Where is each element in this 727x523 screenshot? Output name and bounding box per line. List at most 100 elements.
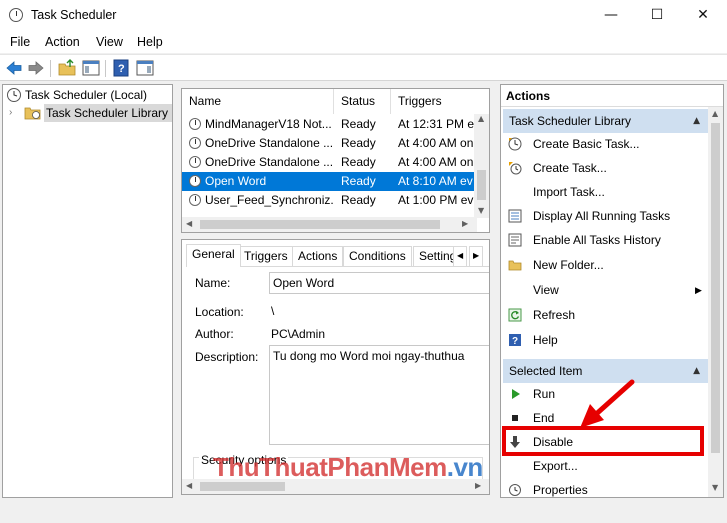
section-task-scheduler-library[interactable]: Task Scheduler Library ▲ [503, 109, 708, 133]
menu-bar: File Action View Help [0, 31, 727, 53]
menu-help[interactable]: Help [137, 35, 163, 49]
back-arrow-icon[interactable] [5, 59, 23, 77]
action-help[interactable]: ? Help [505, 329, 705, 351]
menu-file[interactable]: File [10, 35, 30, 49]
action-view[interactable]: View ▶ [505, 279, 705, 301]
task-status: Ready [341, 117, 376, 131]
run-icon [512, 389, 520, 399]
annotation-arrow-icon [580, 379, 635, 428]
task-list-horizontal-scrollbar[interactable]: ◀ ▶ [182, 217, 477, 232]
window-title: Task Scheduler [31, 8, 117, 22]
forward-arrow-icon[interactable] [27, 59, 45, 77]
task-list-vertical-scrollbar[interactable]: ▲ ▼ [474, 114, 489, 218]
tab-actions[interactable]: Actions [292, 246, 344, 266]
menu-action[interactable]: Action [45, 35, 80, 49]
task-trigger: At 12:31 PM ev [398, 117, 477, 131]
svg-text:?: ? [118, 63, 125, 75]
task-name: Open Word [205, 174, 267, 188]
scroll-up-icon[interactable]: ▲ [712, 109, 718, 118]
task-list: Name Status Triggers MindManagerV18 Not.… [181, 88, 490, 233]
submenu-arrow-icon: ▶ [695, 285, 702, 295]
minimize-button[interactable]: — [588, 0, 634, 30]
author-value: PC\Admin [271, 327, 326, 341]
scroll-thumb[interactable] [200, 482, 285, 491]
tab-general[interactable]: General [186, 244, 241, 267]
collapse-caret-icon[interactable]: ▲ [693, 359, 700, 383]
tree-item-task-scheduler-local[interactable]: Task Scheduler (Local) [25, 86, 147, 104]
table-row[interactable]: MindManagerV18 Not... Ready At 12:31 PM … [182, 115, 477, 134]
action-properties[interactable]: Properties [505, 479, 705, 497]
actions-vertical-scrollbar[interactable]: ▲ ▼ [708, 107, 723, 497]
author-label: Author: [195, 327, 234, 341]
scroll-left-icon[interactable]: ◀ [186, 219, 192, 228]
table-row[interactable]: OneDrive Standalone ... Ready At 4:00 AM… [182, 153, 477, 172]
action-refresh[interactable]: Refresh [505, 304, 705, 326]
table-row[interactable]: OneDrive Standalone ... Ready At 4:00 AM… [182, 134, 477, 153]
task-trigger: At 4:00 AM on [398, 136, 474, 150]
refresh-icon [508, 308, 522, 322]
scroll-thumb[interactable] [200, 220, 440, 229]
scroll-up-icon[interactable]: ▲ [478, 114, 484, 123]
description-label: Description: [195, 350, 259, 364]
create-task-icon [509, 162, 522, 175]
close-button[interactable]: ✕ [680, 0, 726, 30]
tab-scroll-left-icon[interactable]: ◀ [453, 246, 468, 266]
action-display-running-tasks[interactable]: Display All Running Tasks [505, 205, 705, 227]
help-icon: ? [509, 334, 521, 347]
task-trigger: At 4:00 AM on [398, 155, 474, 169]
create-basic-task-icon [508, 137, 522, 151]
task-scheduler-clock-icon [9, 8, 23, 22]
action-new-folder[interactable]: New Folder... [505, 254, 705, 276]
column-header-status[interactable]: Status [334, 89, 391, 114]
folder-clock-icon [24, 107, 41, 120]
history-icon [508, 233, 522, 247]
action-export[interactable]: Export... [505, 455, 705, 477]
task-name: User_Feed_Synchroniz... [205, 193, 333, 207]
action-import-task[interactable]: Import Task... [505, 181, 705, 203]
scroll-down-icon[interactable]: ▼ [478, 206, 484, 215]
expand-chevron-icon[interactable]: › [9, 104, 12, 122]
action-enable-tasks-history[interactable]: Enable All Tasks History [505, 229, 705, 251]
name-field[interactable]: Open Word [269, 272, 489, 294]
up-folder-icon[interactable] [58, 59, 76, 77]
clock-icon [7, 88, 21, 102]
action-create-task[interactable]: Create Task... [505, 157, 705, 179]
column-header-name[interactable]: Name [182, 89, 334, 114]
task-status: Ready [341, 136, 376, 150]
maximize-button[interactable]: ☐ [634, 0, 680, 30]
svg-text:?: ? [512, 336, 518, 347]
tab-triggers[interactable]: Triggers [238, 246, 294, 266]
table-row[interactable]: User_Feed_Synchroniz... Ready At 1:00 PM… [182, 191, 477, 210]
scroll-down-icon[interactable]: ▼ [712, 483, 718, 492]
console-tree: Task Scheduler (Local) › Task Scheduler … [2, 84, 173, 498]
toolbar: ? [0, 54, 727, 81]
scroll-left-icon[interactable]: ◀ [186, 481, 192, 490]
task-trigger: At 1:00 PM ev [398, 193, 474, 207]
section-label: Task Scheduler Library [509, 114, 632, 128]
running-tasks-icon [508, 209, 522, 223]
action-create-basic-task[interactable]: Create Basic Task... [505, 133, 705, 155]
show-hide-console-tree-icon[interactable] [82, 59, 100, 77]
task-clock-icon [189, 175, 201, 187]
tab-scroll-right-icon[interactable]: ▶ [469, 246, 484, 266]
task-trigger: At 8:10 AM ev [398, 174, 473, 188]
description-field[interactable]: Tu dong mo Word moi ngay-thuthua [269, 345, 489, 445]
properties-icon [509, 484, 521, 496]
task-name: OneDrive Standalone ... [205, 155, 333, 169]
collapse-caret-icon[interactable]: ▲ [693, 109, 700, 133]
location-value: \ [271, 304, 275, 318]
title-bar: Task Scheduler — ☐ ✕ [0, 0, 727, 31]
show-hide-action-pane-icon[interactable] [136, 59, 154, 77]
watermark: ThuThuatPhanMem.vn [213, 452, 483, 482]
column-header-triggers[interactable]: Triggers [391, 89, 477, 114]
menu-view[interactable]: View [96, 35, 123, 49]
scroll-right-icon[interactable]: ▶ [462, 219, 468, 228]
actions-title: Actions [501, 85, 723, 107]
scroll-thumb[interactable] [477, 170, 486, 200]
help-book-icon[interactable]: ? [112, 59, 130, 77]
tree-item-task-scheduler-library[interactable]: Task Scheduler Library [44, 104, 173, 122]
scroll-thumb[interactable] [711, 123, 720, 453]
table-row-selected[interactable]: Open Word Ready At 8:10 AM ev [182, 172, 477, 191]
task-clock-icon [189, 118, 201, 130]
tab-conditions[interactable]: Conditions [343, 246, 412, 266]
